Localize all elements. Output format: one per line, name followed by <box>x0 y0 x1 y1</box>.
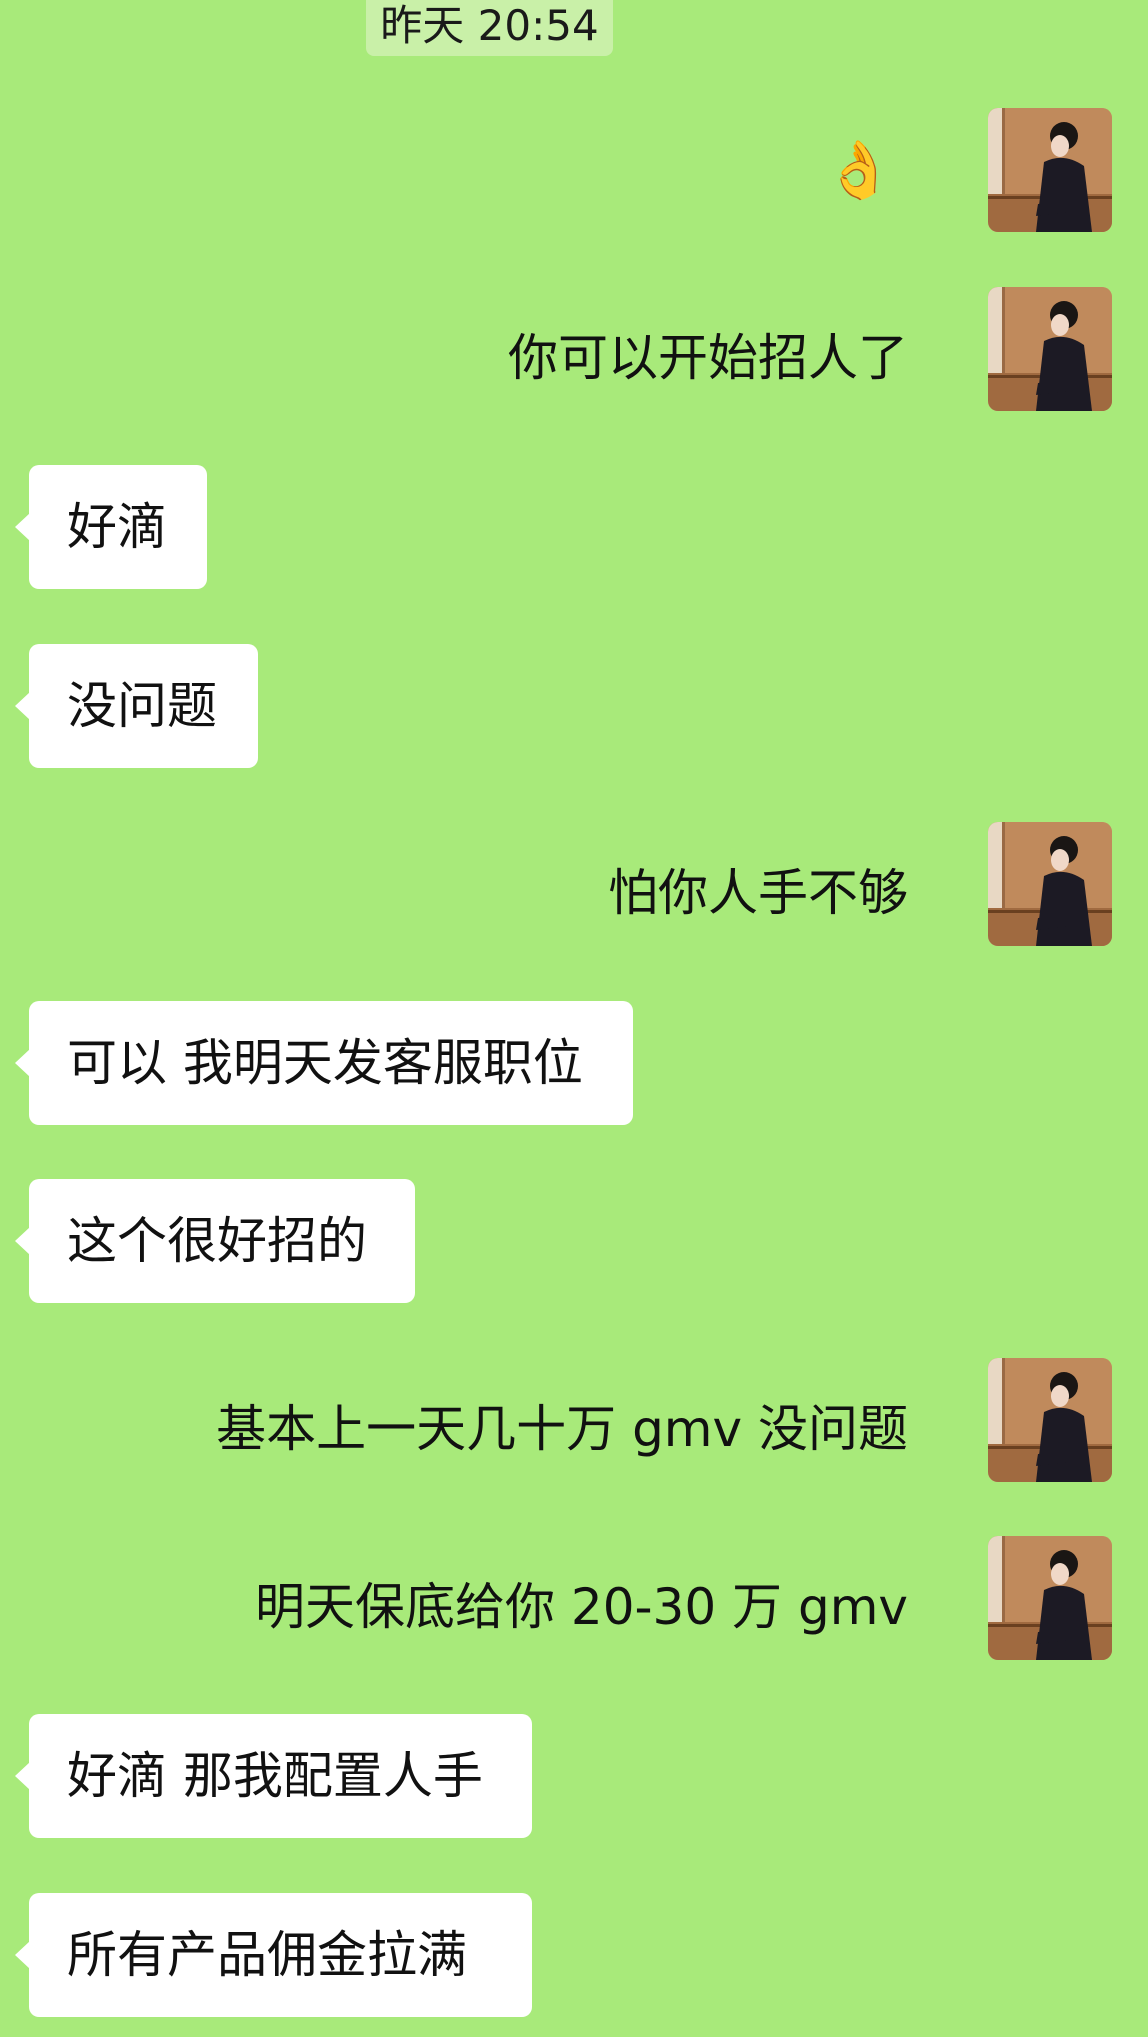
avatar[interactable] <box>988 1536 1112 1660</box>
woman-portrait-avatar-icon <box>988 822 1112 946</box>
received-message-bubble[interactable]: 这个很好招的 <box>15 1179 415 1303</box>
avatar[interactable] <box>988 1358 1112 1482</box>
received-message-bubble[interactable]: 好滴 那我配置人手 <box>15 1714 532 1838</box>
sent-message-row: 明天保底给你 20-30 万 gmv <box>0 1536 1148 1660</box>
message-timestamp: 昨天 20:54 <box>366 0 613 56</box>
ok-hand-emoji[interactable]: 👌 <box>824 136 894 206</box>
avatar[interactable] <box>988 108 1112 232</box>
woman-portrait-avatar-icon <box>988 1536 1112 1660</box>
woman-portrait-avatar-icon <box>988 1358 1112 1482</box>
woman-portrait-avatar-icon <box>988 108 1112 232</box>
sent-message-row: 你可以开始招人了 <box>0 287 1148 411</box>
received-message-bubble[interactable]: 没问题 <box>15 644 258 768</box>
received-message-bubble[interactable]: 好滴 <box>15 465 207 589</box>
chat-screen: 昨天 20:54 👌 你可以开始招人了 好滴 没问题 怕你人手不够 可以 我明天… <box>0 0 1148 2037</box>
sent-message-text[interactable]: 你可以开始招人了 <box>508 318 908 390</box>
sent-message-text[interactable]: 明天保底给你 20-30 万 gmv <box>255 1567 908 1639</box>
avatar[interactable] <box>988 287 1112 411</box>
sent-message-row: 怕你人手不够 <box>0 822 1148 946</box>
received-message-bubble[interactable]: 可以 我明天发客服职位 <box>15 1001 633 1125</box>
avatar[interactable] <box>988 822 1112 946</box>
sent-message-row: 基本上一天几十万 gmv 没问题 <box>0 1358 1148 1482</box>
sent-message-text[interactable]: 基本上一天几十万 gmv 没问题 <box>216 1389 908 1461</box>
received-message-bubble[interactable]: 所有产品佣金拉满 <box>15 1893 532 2017</box>
woman-portrait-avatar-icon <box>988 287 1112 411</box>
sent-message-text[interactable]: 怕你人手不够 <box>608 853 908 925</box>
sent-message-row: 👌 <box>0 108 1148 232</box>
